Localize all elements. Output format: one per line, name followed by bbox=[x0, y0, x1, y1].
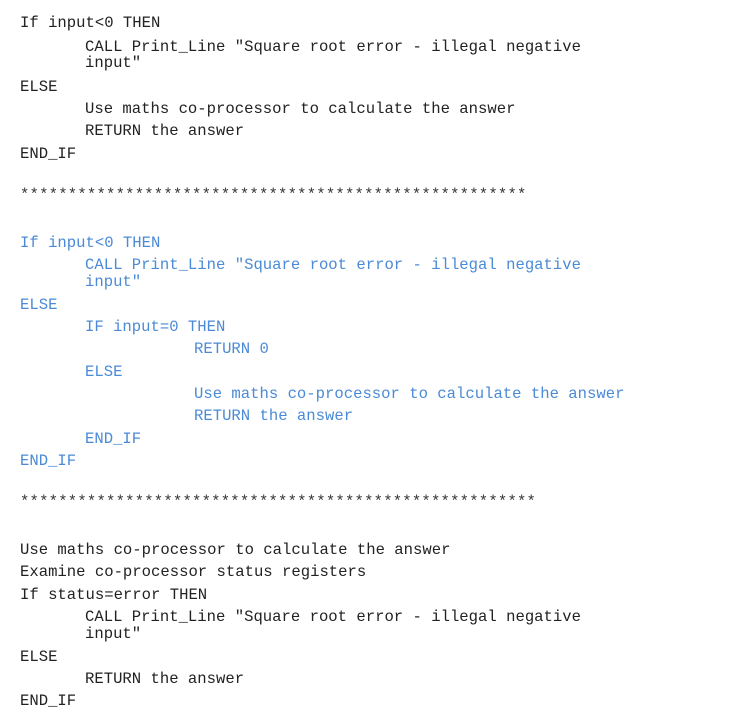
code-line: CALL Print_Line "Square root error - ill… bbox=[85, 256, 581, 274]
code-line: Use maths co-processor to calculate the … bbox=[194, 385, 625, 403]
code-line: If input<0 THEN bbox=[20, 234, 161, 252]
code-line: input" bbox=[85, 625, 142, 643]
code-line: input" bbox=[85, 54, 142, 72]
code-line: If status=error THEN bbox=[20, 586, 208, 604]
code-line: ELSE bbox=[20, 78, 58, 96]
separator-line: ****************************************… bbox=[20, 186, 527, 204]
code-line: RETURN the answer bbox=[85, 670, 245, 688]
code-line: If input<0 THEN bbox=[20, 14, 161, 32]
code-line: END_IF bbox=[20, 145, 77, 163]
code-line: Use maths co-processor to calculate the … bbox=[85, 100, 516, 118]
code-line: Examine co-processor status registers bbox=[20, 563, 367, 581]
code-line: ELSE bbox=[20, 296, 58, 314]
separator-line: ****************************************… bbox=[20, 493, 537, 511]
code-line: ELSE bbox=[85, 363, 123, 381]
code-line: END_IF bbox=[20, 452, 77, 470]
code-line: input" bbox=[85, 273, 142, 291]
code-line: ELSE bbox=[20, 648, 58, 666]
code-line: END_IF bbox=[85, 430, 142, 448]
code-line: RETURN the answer bbox=[194, 407, 354, 425]
code-line: CALL Print_Line "Square root error - ill… bbox=[85, 38, 581, 56]
code-line: CALL Print_Line "Square root error - ill… bbox=[85, 608, 581, 626]
code-line: RETURN the answer bbox=[85, 122, 245, 140]
code-line: IF input=0 THEN bbox=[85, 318, 226, 336]
code-line: END_IF bbox=[20, 692, 77, 710]
code-line: RETURN 0 bbox=[194, 340, 269, 358]
code-line: Use maths co-processor to calculate the … bbox=[20, 541, 451, 559]
